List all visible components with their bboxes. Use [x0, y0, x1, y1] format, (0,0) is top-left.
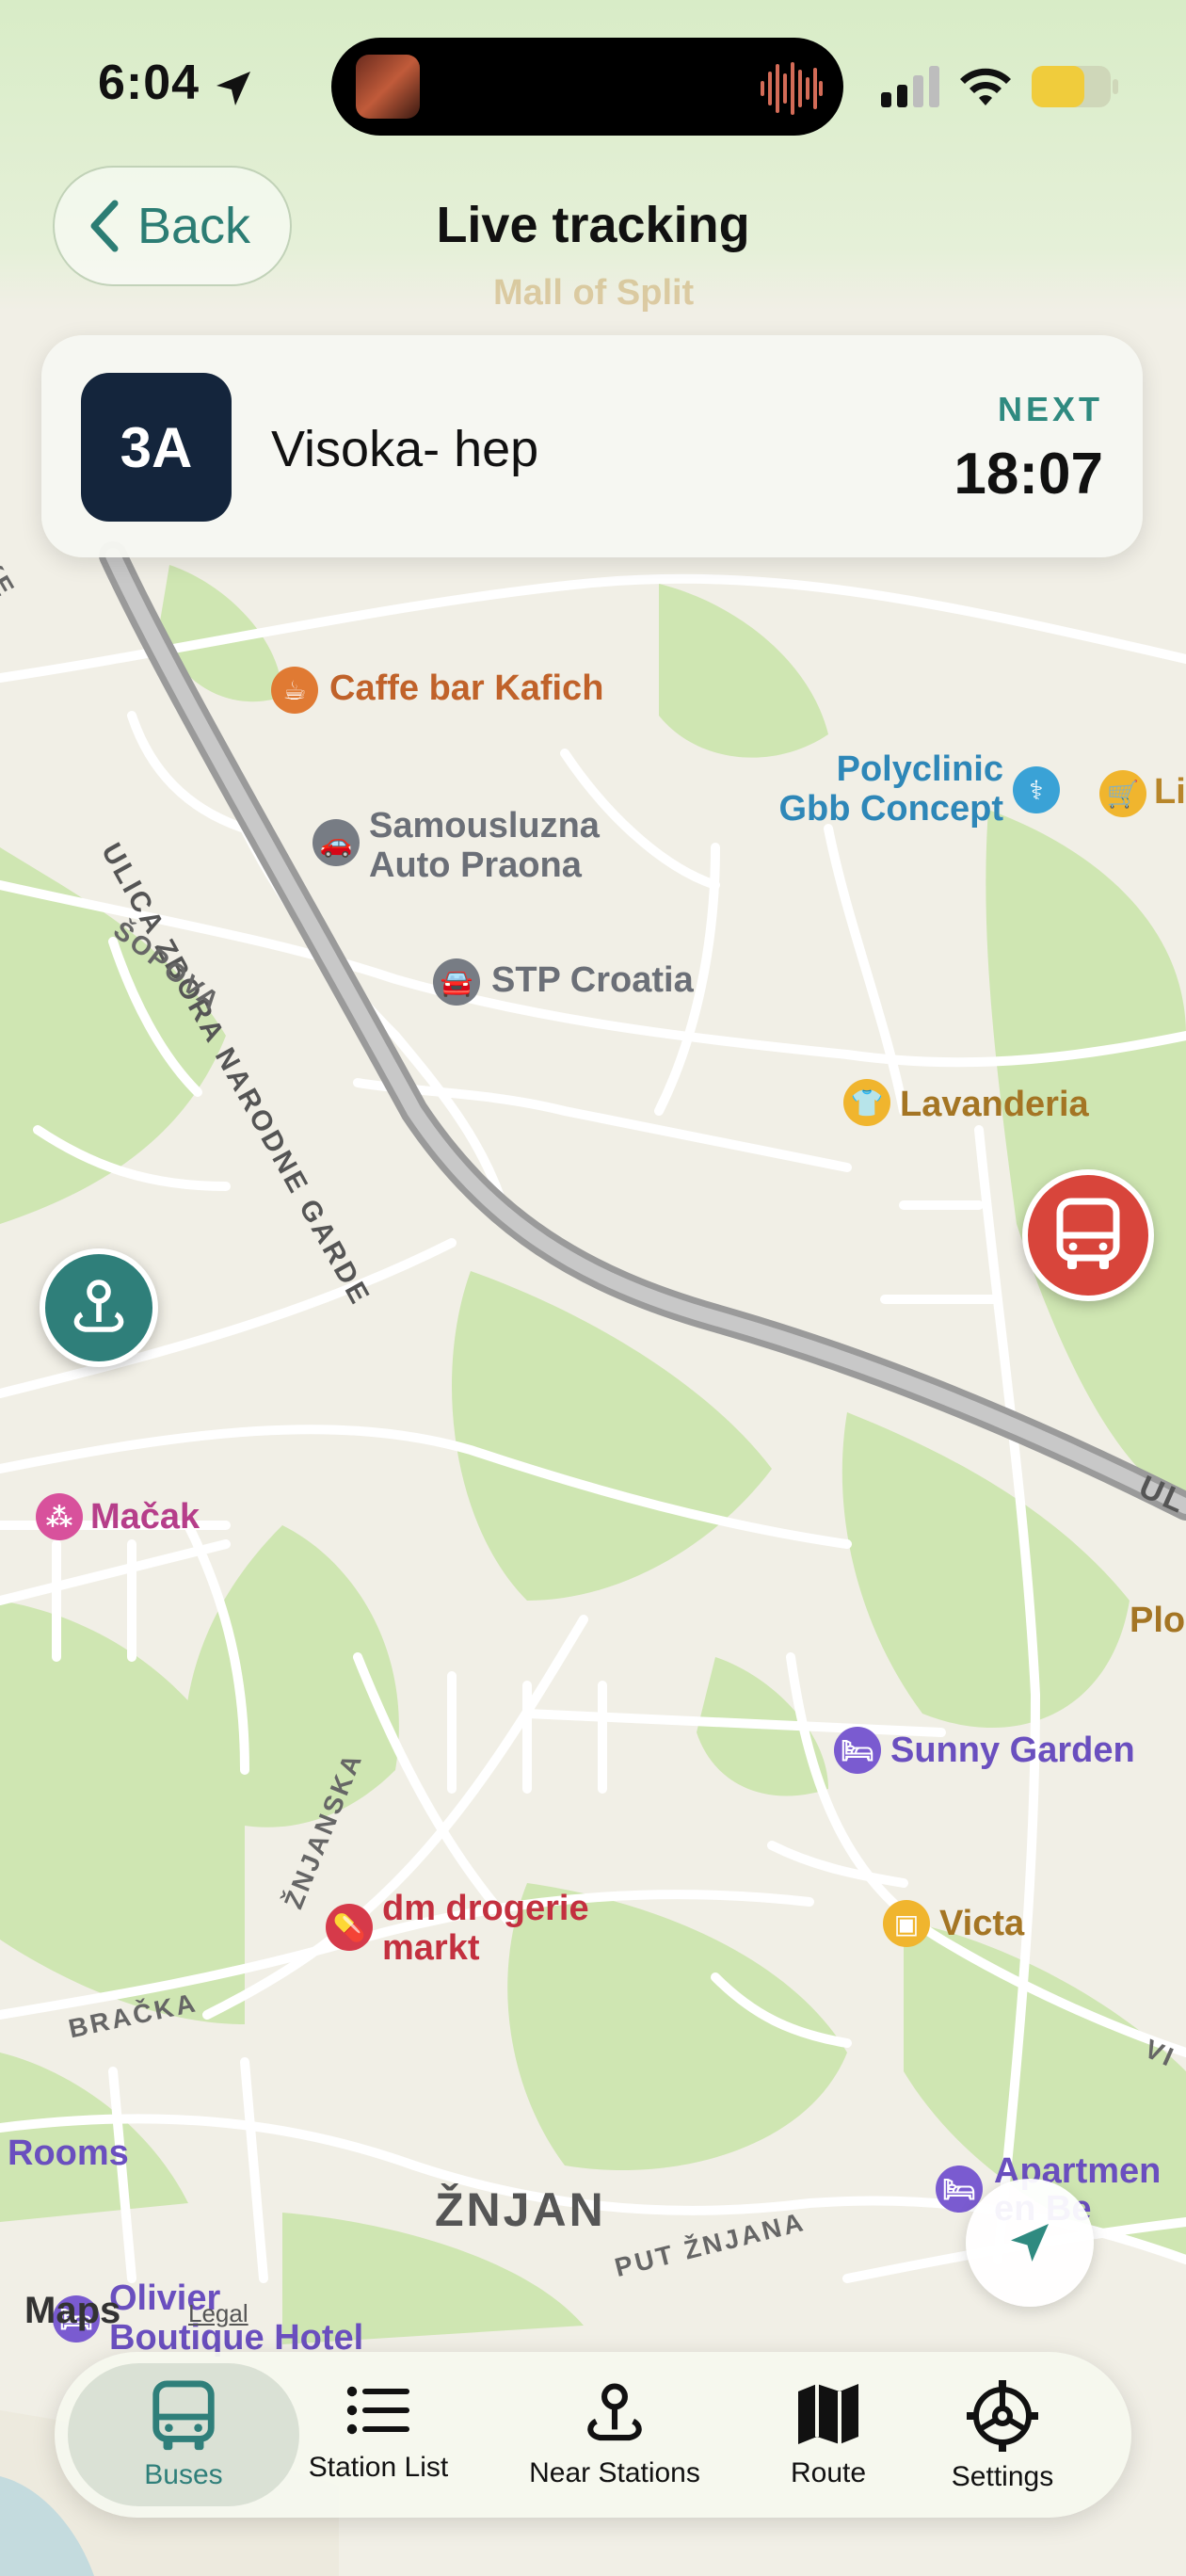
- location-pin-icon: [587, 2383, 642, 2441]
- tab-label: Station List: [308, 2452, 449, 2483]
- poi-label-line1: dm drogerie: [382, 1889, 589, 1928]
- maps-attribution-text: Maps: [24, 2290, 121, 2331]
- battery-icon: [1032, 66, 1118, 107]
- bus-icon: [152, 2380, 215, 2451]
- poi-label[interactable]: Lavanderia: [900, 1085, 1089, 1125]
- tab-label: Settings: [951, 2461, 1054, 2492]
- album-art-icon: [356, 55, 420, 119]
- route-name: Visoka- hep: [271, 421, 539, 477]
- next-departure-time: 18:07: [954, 442, 1103, 507]
- car-wash-icon[interactable]: 🚗: [313, 819, 360, 866]
- laundry-icon[interactable]: 👕: [843, 1079, 890, 1126]
- tab-station-list[interactable]: Station List: [294, 2361, 463, 2508]
- hotel-icon[interactable]: 🛏: [936, 2165, 983, 2213]
- wifi-icon: [960, 68, 1011, 105]
- store-icon[interactable]: ▣: [883, 1900, 930, 1947]
- poi-label[interactable]: Rooms: [8, 2133, 129, 2174]
- legal-link[interactable]: Legal: [188, 2299, 248, 2328]
- poi-label[interactable]: Polyclinic Gbb Concept: [759, 749, 1003, 829]
- fitness-icon[interactable]: ⚕: [1013, 766, 1060, 813]
- tab-buses[interactable]: Buses: [68, 2361, 299, 2508]
- poi-label[interactable]: dm drogerie markt: [382, 1889, 589, 1968]
- next-departure-label: NEXT: [997, 390, 1103, 428]
- bowling-icon[interactable]: ⁂: [36, 1493, 83, 1540]
- poi-label: Mall of Split: [493, 273, 695, 313]
- district-label: ŽNJAN: [435, 2183, 606, 2236]
- poi-label-line2: Gbb Concept: [778, 789, 1003, 829]
- location-arrow-icon: [1011, 2224, 1049, 2262]
- tab-label: Near Stations: [529, 2457, 700, 2488]
- poi-label-line1: Polyclinic: [836, 749, 1003, 789]
- pharmacy-icon[interactable]: 💊: [326, 1904, 373, 1951]
- poi-label[interactable]: Li: [1154, 772, 1186, 813]
- poi-label[interactable]: Caffe bar Kafich: [329, 668, 603, 709]
- cellular-signal-icon: [881, 66, 939, 107]
- status-time: 6:04: [98, 56, 200, 110]
- tab-label: Buses: [144, 2459, 223, 2490]
- tab-route[interactable]: Route: [772, 2361, 885, 2508]
- route-number-badge: 3A: [81, 373, 232, 522]
- poi-label[interactable]: Samousluzna Auto Praona: [369, 806, 600, 885]
- tab-settings[interactable]: Settings: [932, 2361, 1073, 2508]
- poi-label[interactable]: Mačak: [90, 1497, 200, 1538]
- locate-me-button[interactable]: [966, 2179, 1094, 2307]
- audio-waveform-icon: [761, 62, 823, 115]
- gear-icon: [967, 2380, 1038, 2452]
- car-service-icon[interactable]: 🚘: [433, 958, 480, 1006]
- tab-label: Route: [790, 2457, 867, 2488]
- bus-location-marker[interactable]: [1022, 1169, 1154, 1301]
- hotel-icon[interactable]: 🛏: [834, 1727, 881, 1774]
- shopping-cart-icon[interactable]: 🛒: [1099, 770, 1146, 817]
- poi-label[interactable]: Sunny Garden: [890, 1731, 1135, 1771]
- location-arrow-icon: [216, 72, 250, 105]
- map-icon: [798, 2384, 858, 2444]
- maps-attribution: Maps: [24, 2290, 120, 2332]
- poi-label[interactable]: STP Croatia: [491, 960, 694, 1001]
- list-icon: [346, 2386, 409, 2435]
- page-title: Live tracking: [436, 197, 750, 253]
- poi-label[interactable]: Victa: [939, 1904, 1024, 1944]
- poi-label-line2: Auto Praona: [369, 845, 582, 885]
- poi-label-line2: markt: [382, 1928, 480, 1968]
- tab-near-stations[interactable]: Near Stations: [508, 2361, 721, 2508]
- poi-label-line1: Samousluzna: [369, 806, 600, 845]
- bus-icon: [1056, 1198, 1120, 1269]
- poi-label[interactable]: Plo: [1130, 1601, 1185, 1641]
- station-marker[interactable]: [40, 1248, 158, 1367]
- cafe-icon[interactable]: ☕: [271, 667, 318, 714]
- location-pin-icon: [73, 1280, 124, 1332]
